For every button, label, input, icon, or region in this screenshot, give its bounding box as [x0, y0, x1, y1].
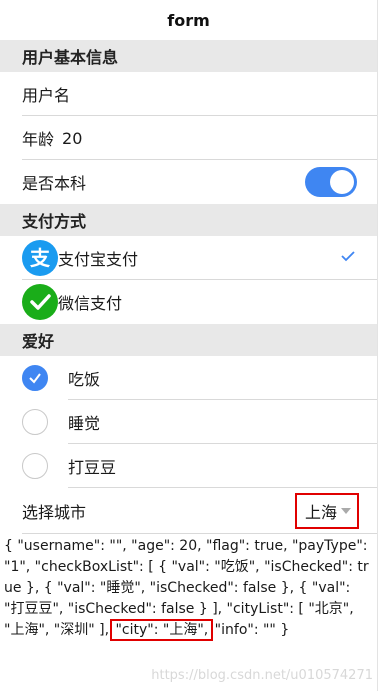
form-page: form 用户基本信息 用户名 年龄 20 是否本科 支付方式 支 支付宝支付 — [0, 0, 378, 691]
section-title: 支付方式 — [22, 212, 87, 231]
undergrad-toggle[interactable] — [305, 167, 357, 197]
checkmark-icon — [341, 251, 355, 262]
wechat-icon — [22, 284, 58, 320]
section-header-hobby: 爱好 — [0, 324, 377, 356]
watermark: https://blog.csdn.net/u010574271 — [151, 668, 373, 683]
age-label: 年龄 — [22, 130, 55, 149]
hobby-item-eat[interactable]: 吃饭 — [0, 356, 377, 400]
checkbox-checked-icon[interactable] — [22, 365, 48, 391]
hobby-item-sleep[interactable]: 睡觉 — [0, 400, 377, 444]
age-field[interactable]: 年龄 20 — [0, 116, 377, 160]
toggle-knob — [330, 170, 354, 194]
undergrad-row: 是否本科 — [0, 160, 377, 204]
dropdown-arrow-icon — [341, 508, 351, 514]
pay-option-label: 支付宝支付 — [58, 250, 139, 269]
city-label: 选择城市 — [22, 503, 87, 522]
username-label: 用户名 — [22, 86, 71, 105]
age-value[interactable]: 20 — [62, 129, 82, 148]
checkbox-unchecked-icon[interactable] — [22, 409, 48, 435]
pay-option-alipay[interactable]: 支 支付宝支付 — [0, 236, 377, 280]
hobby-label: 睡觉 — [68, 414, 101, 433]
undergrad-label: 是否本科 — [22, 174, 87, 193]
section-title: 爱好 — [22, 332, 55, 351]
checkbox-unchecked-icon[interactable] — [22, 453, 48, 479]
city-picker[interactable]: 上海 — [294, 493, 359, 529]
hobby-label: 打豆豆 — [68, 458, 117, 477]
svg-text:支: 支 — [30, 246, 51, 270]
section-header-basic: 用户基本信息 — [0, 40, 377, 72]
section-header-pay: 支付方式 — [0, 204, 377, 236]
hobby-label: 吃饭 — [68, 370, 101, 389]
section-title: 用户基本信息 — [22, 48, 119, 67]
nav-bar: form — [0, 0, 377, 40]
json-city-highlight: "city": "上海", — [110, 619, 214, 641]
pay-option-label: 微信支付 — [58, 294, 123, 313]
username-field[interactable]: 用户名 — [0, 72, 377, 116]
alipay-icon: 支 — [22, 240, 58, 276]
hobby-item-beans[interactable]: 打豆豆 — [0, 444, 377, 488]
nav-title: form — [167, 10, 210, 30]
city-value: 上海 — [304, 503, 337, 522]
pay-option-wechat[interactable]: 微信支付 — [0, 280, 377, 324]
city-row: 选择城市 上海 — [0, 488, 377, 534]
json-text-end: "info": "" } — [210, 622, 290, 638]
json-output: { "username": "", "age": 20, "flag": tru… — [0, 534, 377, 641]
